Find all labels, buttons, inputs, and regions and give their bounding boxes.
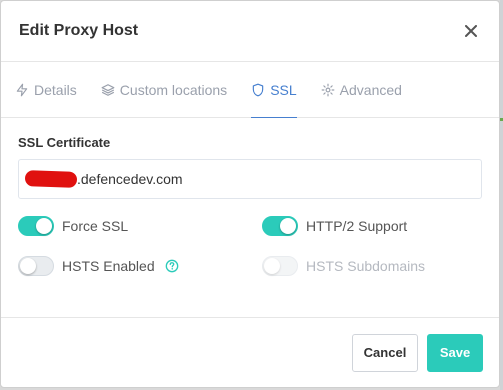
- force-ssl-switch[interactable]: [18, 216, 54, 236]
- hsts-toggle[interactable]: HSTS Enabled: [18, 256, 262, 276]
- hsts-label: HSTS Enabled: [62, 258, 155, 274]
- hsts-switch[interactable]: [18, 256, 54, 276]
- tab-label: Details: [34, 81, 77, 98]
- save-button[interactable]: Save: [427, 333, 483, 372]
- hsts-subdomains-switch: [262, 256, 298, 276]
- ssl-panel: SSL Certificate .defencedev.com Force SS…: [1, 118, 499, 276]
- tab-label: Custom locations: [119, 81, 228, 98]
- tab-label: SSL: [270, 81, 297, 98]
- tab-custom-locations[interactable]: Custom locations: [101, 62, 227, 117]
- ssl-certificate-value: .defencedev.com: [77, 171, 183, 187]
- tab-details[interactable]: Details: [15, 62, 77, 117]
- close-button[interactable]: [461, 21, 481, 41]
- http2-toggle[interactable]: HTTP/2 Support: [262, 216, 482, 236]
- modal-footer: Cancel Save: [1, 317, 499, 387]
- bolt-icon: [16, 83, 28, 96]
- shield-icon: [252, 83, 264, 96]
- redaction-mark: [24, 170, 78, 188]
- tab-advanced[interactable]: Advanced: [321, 62, 402, 117]
- hsts-subdomains-toggle: HSTS Subdomains: [262, 256, 482, 276]
- http2-switch[interactable]: [262, 216, 298, 236]
- edit-proxy-host-modal: Edit Proxy Host Details Custom locations…: [0, 0, 500, 388]
- modal-header: Edit Proxy Host: [1, 1, 499, 62]
- force-ssl-toggle[interactable]: Force SSL: [18, 216, 262, 236]
- tab-ssl[interactable]: SSL: [251, 62, 298, 118]
- ssl-certificate-label: SSL Certificate: [18, 135, 111, 150]
- tab-label: Advanced: [339, 81, 402, 98]
- close-icon: [465, 25, 477, 37]
- http2-label: HTTP/2 Support: [306, 218, 408, 234]
- help-icon[interactable]: [165, 259, 179, 273]
- force-ssl-label: Force SSL: [62, 218, 129, 234]
- hsts-subdomains-label: HSTS Subdomains: [306, 258, 426, 274]
- modal-title: Edit Proxy Host: [19, 22, 139, 39]
- layers-icon: [101, 83, 115, 96]
- ssl-options: Force SSL HTTP/2 Support HSTS Enabled HS…: [18, 216, 482, 276]
- gear-icon: [321, 83, 335, 96]
- tab-bar: Details Custom locations SSL Advanced: [1, 62, 499, 118]
- cancel-button[interactable]: Cancel: [352, 333, 418, 372]
- ssl-certificate-select[interactable]: .defencedev.com: [18, 159, 482, 199]
